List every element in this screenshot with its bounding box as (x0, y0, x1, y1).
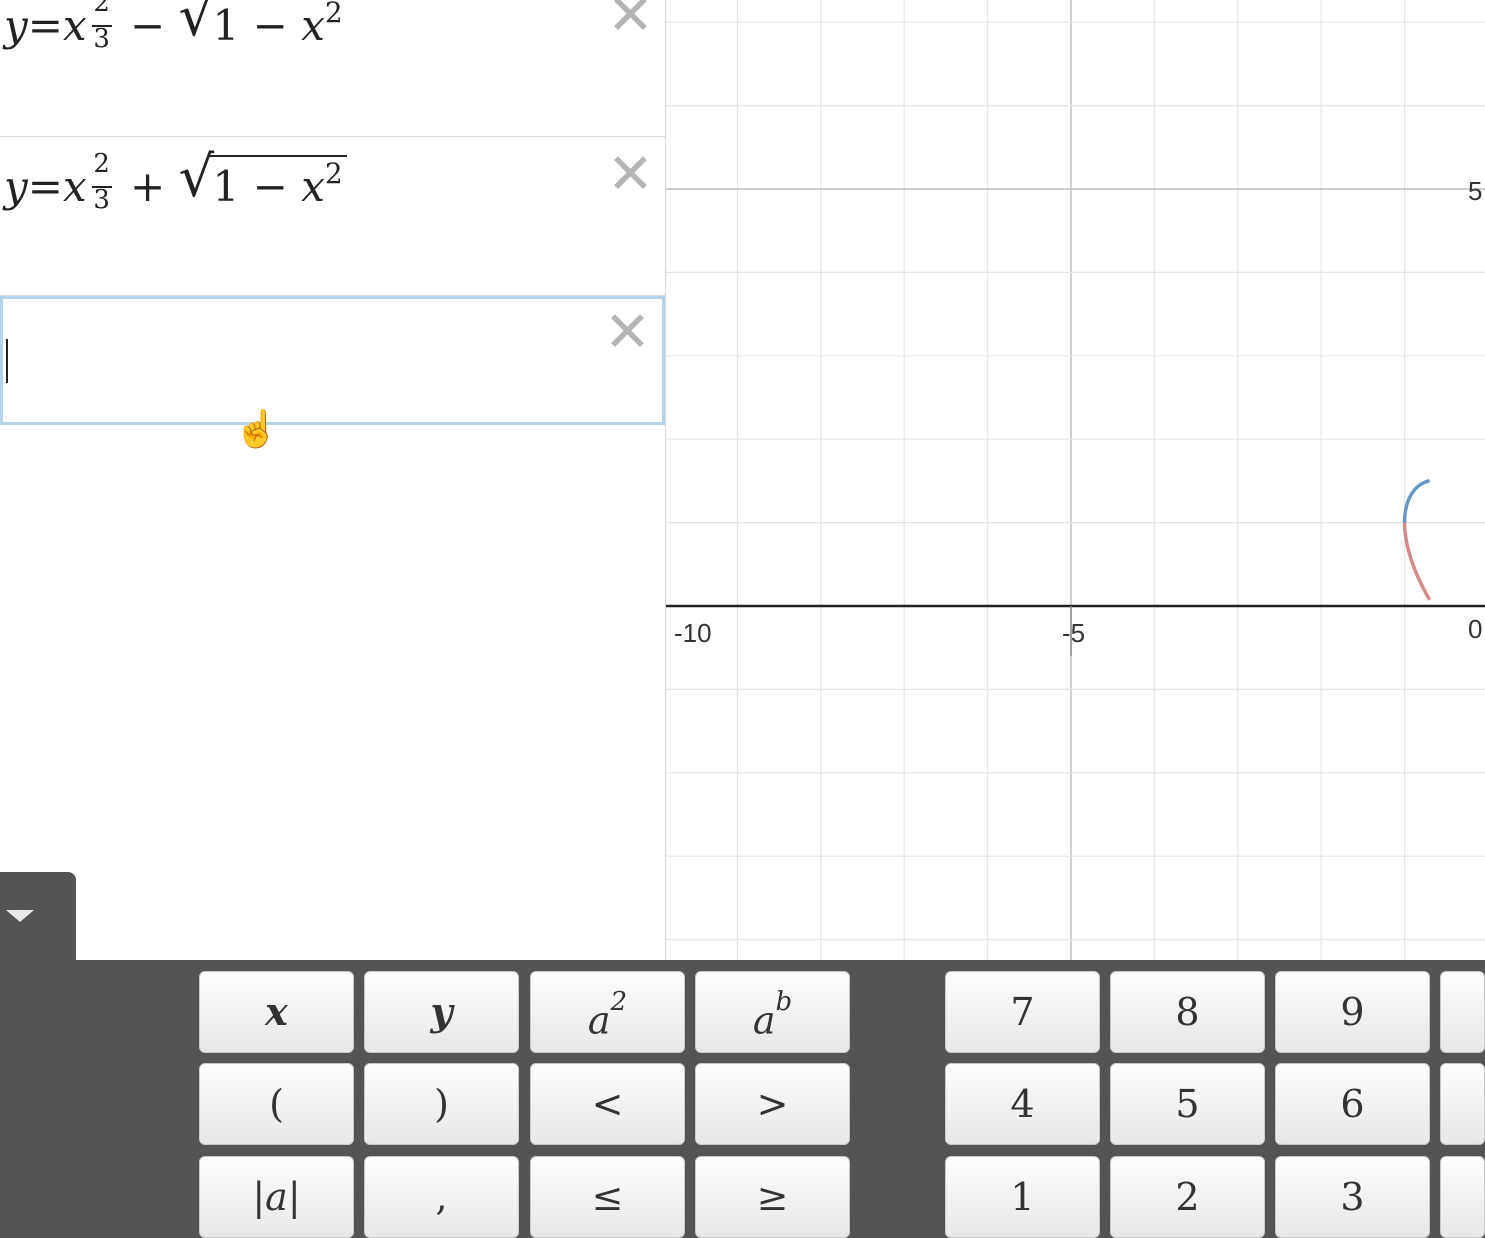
expr-1-exponent: 23 (87, 0, 117, 54)
key-5[interactable]: 5 (1110, 1063, 1265, 1145)
expr-2-exp-numerator: 2 (93, 149, 110, 179)
key-6[interactable]: 6 (1275, 1063, 1430, 1145)
key-ab-exponent: b (775, 987, 793, 1017)
x-tick-label-neg5: -5 (1062, 618, 1086, 648)
expr-1-radicand-power: 2 (324, 0, 343, 29)
key-a-squared[interactable]: a2 (530, 971, 685, 1053)
key-divide-partial[interactable] (1440, 971, 1485, 1053)
sqrt-icon: √ (178, 145, 215, 210)
key-a-to-b[interactable]: ab (695, 971, 850, 1053)
delete-expression-1-icon[interactable]: ✕ (607, 0, 654, 44)
graph-svg[interactable] (666, 0, 1485, 962)
key-absolute-value[interactable]: |a| (199, 1156, 354, 1238)
y-tick-label-5: 5 (1468, 176, 1483, 206)
expr-1-radicand-minus: − (252, 1, 288, 50)
expr-2-radicand-var: x (301, 162, 325, 211)
curve-lower-branch[interactable] (1402, 522, 1432, 601)
key-9[interactable]: 9 (1275, 971, 1430, 1053)
key-right-paren[interactable]: ) (364, 1063, 519, 1145)
expression-row-3-active[interactable]: ✕ (0, 296, 665, 425)
curve-upper-branch[interactable] (1402, 478, 1431, 523)
expr-2-exp-denominator: 3 (93, 185, 110, 215)
x-tick-label-0: 0 (1468, 614, 1483, 644)
key-x[interactable]: x (199, 971, 354, 1053)
key-2[interactable]: 2 (1110, 1156, 1265, 1238)
sqrt-icon: √ (178, 0, 215, 49)
expr-1-sqrt: √ 1 − x2 (179, 0, 347, 50)
chevron-down-icon (6, 910, 34, 922)
graph-canvas[interactable]: -10 -5 0 5 (666, 0, 1485, 962)
key-ab-base: a (752, 998, 776, 1043)
expr-2-exponent: 23 (87, 149, 117, 215)
expr-2-operator: + (129, 162, 166, 211)
text-caret (6, 339, 8, 383)
key-left-paren[interactable]: ( (199, 1063, 354, 1145)
expr-2-lhs: y (4, 162, 28, 211)
x-tick-label-neg10: -10 (674, 618, 712, 648)
hand-pointer-cursor-icon: ☝ (234, 408, 279, 449)
key-greater-than[interactable]: > (695, 1063, 850, 1145)
expr-2-radicand-power: 2 (324, 157, 343, 190)
keypad-toggle-button[interactable] (0, 872, 76, 962)
key-multiply-partial[interactable] (1440, 1063, 1485, 1145)
expr-2-sqrt: √ 1 − x2 (179, 145, 347, 211)
key-y[interactable]: y (364, 971, 519, 1053)
expr-1-operator: − (129, 1, 166, 50)
expr-1-equals: = (27, 1, 63, 50)
key-a-exponent: 2 (610, 987, 628, 1017)
key-8[interactable]: 8 (1110, 971, 1265, 1053)
key-less-equal[interactable]: ≤ (530, 1156, 685, 1238)
expression-1-math[interactable]: y=x 2 3 − √ 1 − x2 (4, 0, 347, 54)
key-comma[interactable]: , (364, 1156, 519, 1238)
expr-2-radicand-one: 1 (212, 162, 240, 211)
expr-1-base: x (62, 1, 87, 50)
key-greater-equal[interactable]: ≥ (695, 1156, 850, 1238)
expr-2-equals: = (27, 162, 63, 211)
expr-1-exp-denominator: 3 (93, 24, 110, 54)
key-a-base: a (587, 998, 611, 1043)
delete-expression-3-icon[interactable]: ✕ (604, 305, 651, 361)
math-keypad: x y a2 ab ( ) < > |a| , ≤ ≥ 7 8 9 4 5 6 … (0, 960, 1485, 1238)
key-less-than[interactable]: < (530, 1063, 685, 1145)
expression-row-1[interactable]: y=x 2 3 − √ 1 − x2 ✕ (0, 0, 665, 137)
expr-1-exp-numerator: 2 (93, 0, 110, 18)
key-minus-partial[interactable] (1440, 1156, 1485, 1238)
expr-2-radicand-minus: − (252, 162, 288, 211)
key-3[interactable]: 3 (1275, 1156, 1430, 1238)
expression-row-2[interactable]: y=x 2 3 + √ 1 − x2 ✕ (0, 137, 665, 296)
expr-1-radicand-one: 1 (212, 1, 240, 50)
key-7[interactable]: 7 (945, 971, 1100, 1053)
key-1[interactable]: 1 (945, 1156, 1100, 1238)
delete-expression-2-icon[interactable]: ✕ (607, 147, 654, 203)
expression-2-math[interactable]: y=x 2 3 + √ 1 − x2 (4, 145, 347, 215)
expr-1-radicand-var: x (301, 1, 325, 50)
expr-2-base: x (62, 162, 87, 211)
expr-1-lhs: y (4, 1, 28, 50)
key-4[interactable]: 4 (945, 1063, 1100, 1145)
